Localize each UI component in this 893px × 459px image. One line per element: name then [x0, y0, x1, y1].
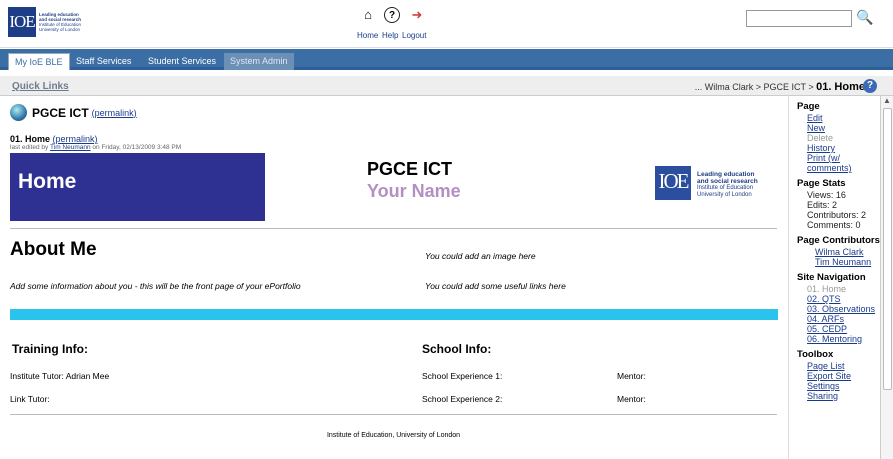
sidebar-nav-heading: Site Navigation	[797, 272, 866, 283]
scroll-up-icon[interactable]: ▲	[883, 96, 891, 105]
school-experience-1: School Experience 1:	[422, 371, 503, 381]
divider	[10, 414, 777, 415]
site-permalink[interactable]: (permalink)	[92, 108, 137, 118]
nav-item-observations[interactable]: 03. Observations	[807, 304, 880, 314]
edited-user-link[interactable]: Tim Neumann	[50, 144, 91, 151]
search-icon[interactable]: 🔍	[855, 8, 875, 26]
links-note: You could add some useful links here	[425, 281, 566, 291]
page-title: PGCE ICT	[367, 159, 453, 179]
tab-system-admin[interactable]: System Admin	[224, 53, 294, 70]
stat-contributors: Contributors: 2	[807, 210, 867, 220]
stat-edits: Edits: 2	[807, 200, 838, 210]
tab-student-services[interactable]: Student Services	[142, 53, 222, 70]
logo-line: University of London	[39, 27, 81, 32]
sidebar-print-link[interactable]: Print (w/	[807, 153, 880, 163]
breadcrumb: ... Wilma Clark > PGCE ICT > 01. Home	[620, 81, 865, 93]
home-link[interactable]: Home	[357, 31, 378, 40]
page-name: 01. Home	[10, 134, 51, 144]
sidebar-toolbox-heading: Toolbox	[797, 349, 834, 360]
edited-prefix: last edited by	[10, 144, 49, 151]
sidebar-page-heading: Page	[797, 101, 820, 112]
search-input[interactable]	[746, 10, 852, 27]
contributor-link[interactable]: Tim Neumann	[815, 257, 880, 267]
home-banner: Home	[10, 153, 265, 221]
help-link[interactable]: Help	[382, 31, 398, 40]
banner-logo-line: and social research	[697, 178, 758, 185]
toolbox-sharing[interactable]: Sharing	[807, 391, 880, 401]
toolbox-page-list[interactable]: Page List	[807, 361, 880, 371]
breadcrumb-path[interactable]: ... Wilma Clark > PGCE ICT >	[695, 82, 816, 92]
contributor-link[interactable]: Wilma Clark	[815, 247, 880, 257]
page-permalink[interactable]: (permalink)	[53, 134, 98, 144]
nav-item-home: 01. Home	[807, 284, 847, 294]
about-heading: About Me	[10, 239, 97, 260]
globe-icon	[10, 104, 27, 121]
sidebar-edit-link[interactable]: Edit	[807, 113, 880, 123]
scrollbar[interactable]: ▲	[880, 96, 893, 459]
page-help-icon[interactable]: ?	[863, 79, 877, 93]
nav-item-mentoring[interactable]: 06. Mentoring	[807, 334, 880, 344]
breadcrumb-current: 01. Home	[816, 81, 865, 93]
sidebar-history-link[interactable]: History	[807, 143, 880, 153]
page-content: PGCE ICT (permalink) 01. Home (permalink…	[0, 96, 787, 459]
toolbox-export-site[interactable]: Export Site	[807, 371, 880, 381]
institute-tutor: Institute Tutor: Adrian Mee	[10, 371, 110, 381]
ioe-logo-mark: IOE	[8, 7, 36, 37]
sidebar-stats-heading: Page Stats	[797, 178, 846, 189]
training-heading: Training Info:	[12, 342, 88, 356]
mentor-2: Mentor:	[617, 394, 646, 404]
page-heading: 01. Home (permalink)	[10, 134, 98, 144]
stat-comments: Comments: 0	[807, 220, 861, 230]
ioe-banner-logo: IOE Leading education and social research…	[655, 166, 780, 200]
scrollbar-thumb[interactable]	[883, 108, 892, 390]
banner-logo-line: Leading education	[697, 171, 755, 178]
image-note: You could add an image here	[425, 251, 536, 261]
sidebar-print-link-cont[interactable]: comments)	[807, 163, 880, 173]
stat-views: Views: 16	[807, 190, 846, 200]
banner-logo-line: University of London	[697, 192, 752, 198]
cyan-divider-bar	[10, 309, 778, 320]
sidebar-new-link[interactable]: New	[807, 123, 880, 133]
edited-suffix: on Friday, 02/13/2009 3:48 PM	[92, 144, 182, 151]
divider	[10, 228, 777, 229]
logout-icon[interactable]: ➜	[409, 7, 425, 23]
logout-link[interactable]: Logout	[402, 31, 426, 40]
ioe-logo[interactable]: IOE Leading education and social researc…	[8, 6, 88, 38]
nav-item-qts[interactable]: 02. QTS	[807, 294, 880, 304]
tab-staff-services[interactable]: Staff Services	[70, 53, 137, 70]
sidebar-contributors-heading: Page Contributors	[797, 235, 880, 246]
home-icon[interactable]: ⌂	[360, 7, 376, 23]
mentor-1: Mentor:	[617, 371, 646, 381]
top-icons: ⌂ ? ➜ Home Help Logout	[357, 7, 437, 43]
page-footer: Institute of Education, University of Lo…	[326, 432, 461, 439]
ioe-banner-mark: IOE	[655, 166, 691, 200]
edited-info: last edited by Tim Neumann on Friday, 02…	[10, 144, 181, 151]
sidebar: Page Edit New Delete History Print (w/ c…	[788, 96, 880, 459]
nav-item-arfs[interactable]: 04. ARFs	[807, 314, 880, 324]
link-tutor: Link Tutor:	[10, 394, 50, 404]
info-note: Add some information about you - this wi…	[10, 281, 301, 291]
school-heading: School Info:	[422, 342, 492, 356]
nav-item-cedp[interactable]: 05. CEDP	[807, 324, 880, 334]
main-tabs: My IoE BLE Staff Services Student Servic…	[0, 49, 893, 70]
help-icon[interactable]: ?	[384, 7, 400, 23]
quick-links-link[interactable]: Quick Links	[12, 81, 69, 92]
top-bar: IOE Leading education and social researc…	[0, 0, 893, 48]
school-experience-2: School Experience 2:	[422, 394, 503, 404]
toolbox-settings[interactable]: Settings	[807, 381, 880, 391]
sidebar-delete-link: Delete	[807, 133, 834, 143]
tab-my-ioe-ble[interactable]: My IoE BLE	[8, 53, 70, 70]
banner-text: Home	[18, 170, 77, 193]
quick-links-bar: Quick Links ... Wilma Clark > PGCE ICT >…	[0, 76, 893, 96]
site-title: PGCE ICT	[32, 105, 89, 120]
banner-logo-line: Institute of Education	[697, 185, 754, 191]
your-name: Your Name	[367, 181, 461, 201]
site-header: PGCE ICT (permalink)	[10, 104, 137, 121]
